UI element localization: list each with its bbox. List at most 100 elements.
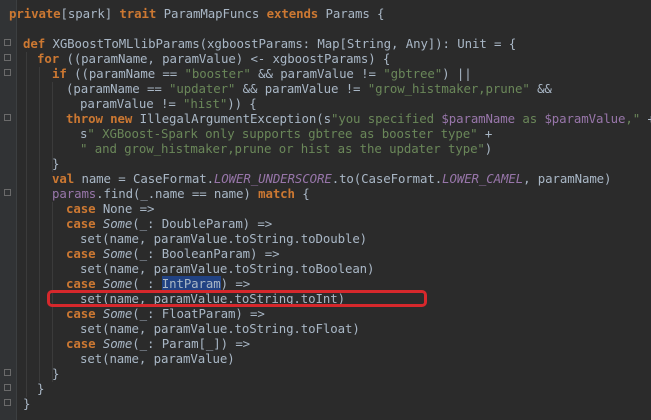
fold-marker-icon[interactable] (4, 39, 11, 46)
code-token: set(name, paramValue.toString.toFloat) (80, 321, 360, 336)
code-line[interactable]: set(name, paramValue) (80, 351, 235, 366)
code-token: Some (102, 306, 133, 321)
code-token: "you specified (330, 111, 442, 126)
fold-marker-icon[interactable] (4, 69, 11, 76)
code-token: [spark] (60, 6, 120, 21)
fold-marker-icon[interactable] (4, 399, 11, 406)
code-token: (_: Param[_]) => (132, 336, 251, 351)
code-line[interactable]: case None => (66, 201, 154, 216)
code-line[interactable]: case Some(_: IntParam) => (66, 276, 250, 291)
code-token: && paramValue != (235, 81, 368, 96)
code-line[interactable]: (paramName == "updater" && paramValue !=… (66, 81, 552, 96)
code-token: case (66, 201, 96, 216)
code-token: if (52, 66, 67, 81)
code-token: val (52, 171, 75, 186)
fold-marker-icon[interactable] (4, 189, 11, 196)
code-token: } (52, 156, 60, 171)
code-token: $paramValue (544, 111, 626, 126)
code-line[interactable]: case Some(_: Param[_]) => (66, 336, 250, 351)
code-line[interactable]: set(name, paramValue.toString.toFloat) (80, 321, 360, 336)
code-token: Some (102, 276, 133, 291)
code-token: for (37, 51, 60, 66)
code-line[interactable]: } (23, 396, 30, 411)
code-line[interactable]: for ((paramName, paramValue) <- xgboostP… (37, 51, 390, 66)
code-token: set(name, paramValue) (80, 351, 235, 366)
code-line[interactable]: s" XGBoost-Spark only supports gbtree as… (80, 126, 492, 141)
fold-marker-icon[interactable] (4, 369, 11, 376)
code-token: ) || (442, 66, 472, 81)
code-line[interactable]: " and grow_histmaker,prune or hist as th… (80, 141, 492, 156)
fold-marker-icon[interactable] (4, 114, 11, 121)
code-line[interactable]: case Some(_: FloatParam) => (66, 306, 265, 321)
code-token: .to(CaseFormat. (331, 171, 443, 186)
code-token: + (477, 126, 493, 141)
code-token: trait (119, 6, 157, 21)
code-line[interactable]: } (37, 381, 44, 396)
code-token: "booster" (184, 66, 251, 81)
code-token: (paramName == (66, 81, 170, 96)
code-token: def (23, 36, 46, 51)
code-token: ((paramName == (66, 66, 185, 81)
code-line[interactable]: } (52, 156, 59, 171)
annotation-highlight-box (47, 290, 427, 307)
code-line[interactable]: } (52, 366, 59, 381)
code-token: set(name, paramValue.toString.toBoolean) (80, 261, 375, 276)
code-token: .find(_.name == name) (96, 186, 259, 201)
code-token: } (23, 396, 31, 411)
code-token: } (37, 381, 45, 396)
code-token: + (640, 111, 651, 126)
code-token: case (66, 306, 96, 321)
code-token: && paramValue != (250, 66, 384, 81)
code-token: paramValue != (80, 96, 184, 111)
code-token: (_: BooleanParam) => (132, 246, 280, 261)
code-token: " XGBoost-Spark only supports gbtree as … (87, 126, 478, 141)
code-line[interactable]: case Some(_: BooleanParam) => (66, 246, 280, 261)
code-token: case (66, 246, 96, 261)
code-line[interactable]: private[spark] trait ParamMapFuncs exten… (9, 6, 385, 21)
code-token: case (66, 276, 96, 291)
code-token: params (52, 186, 97, 201)
code-token: $paramName (441, 111, 515, 126)
code-token: match (258, 186, 295, 201)
code-token: } (52, 366, 60, 381)
code-token: ," (625, 111, 641, 126)
code-token: set(name, paramValue.toString.toDouble) (80, 231, 368, 246)
code-token: { (294, 186, 310, 201)
code-token: None => (95, 201, 155, 216)
code-line[interactable]: def XGBoostToMLlibParams(xgboostParams: … (23, 36, 516, 51)
code-line[interactable]: params.find(_.name == name) match { (52, 186, 310, 201)
code-token: , paramName) (523, 171, 612, 186)
fold-marker-icon[interactable] (4, 384, 11, 391)
code-line[interactable]: set(name, paramValue.toString.toDouble) (80, 231, 367, 246)
code-line[interactable]: case Some(_: DoubleParam) => (66, 216, 272, 231)
code-token: "grow_histmaker,prune" (367, 81, 530, 96)
code-line[interactable]: throw new IllegalArgumentException(s"you… (66, 111, 651, 126)
code-token: "updater" (169, 81, 236, 96)
indent-guide (26, 52, 27, 397)
editor-gutter[interactable] (0, 0, 17, 420)
code-token: "gbtree" (383, 66, 443, 81)
code-line[interactable]: val name = CaseFormat.LOWER_UNDERSCORE.t… (52, 171, 612, 186)
fold-marker-icon[interactable] (4, 54, 11, 61)
code-token: throw new (66, 111, 133, 126)
code-token: ) (484, 141, 493, 156)
code-token: ) => (220, 276, 251, 291)
code-editor[interactable]: private[spark] trait ParamMapFuncs exten… (0, 0, 651, 420)
code-line[interactable]: paramValue != "hist")) { (80, 96, 257, 111)
code-token: ((paramName, paramValue) <- xgboostParam… (59, 51, 391, 66)
code-token: (_: FloatParam) => (132, 306, 265, 321)
code-token: private (9, 6, 61, 21)
code-token: IllegalArgumentException(s (132, 111, 331, 126)
code-token: Some (102, 336, 133, 351)
code-token: Some (102, 246, 133, 261)
selected-token: IntParam (161, 276, 221, 291)
code-token: Some (102, 216, 133, 231)
code-token: Params { (318, 6, 385, 21)
code-line[interactable]: if ((paramName == "booster" && paramValu… (52, 66, 472, 81)
code-token: ParamMapFuncs (156, 6, 267, 21)
code-line[interactable]: set(name, paramValue.toString.toBoolean) (80, 261, 375, 276)
